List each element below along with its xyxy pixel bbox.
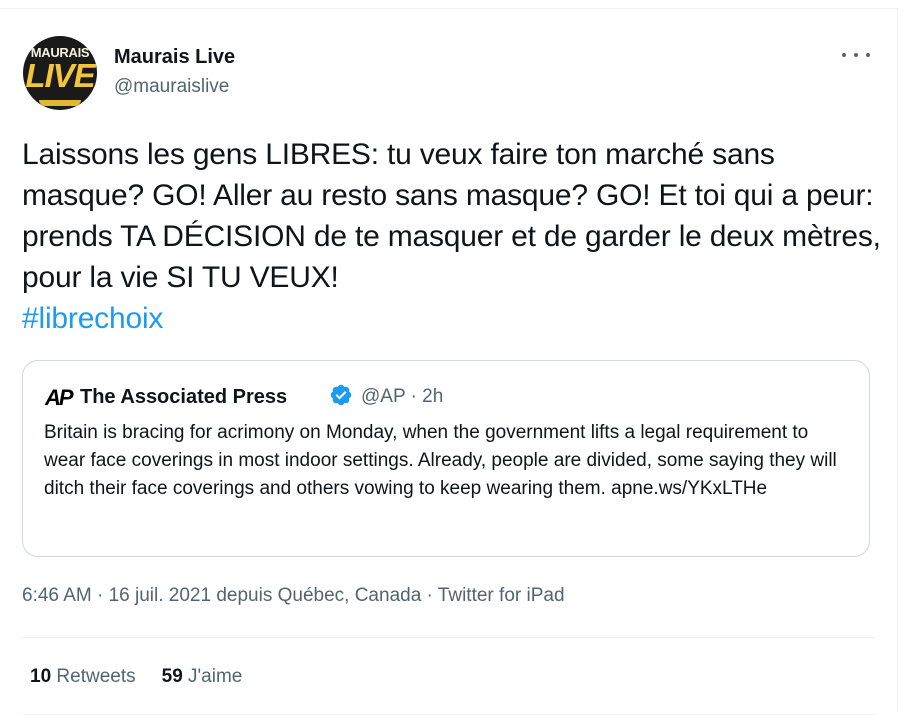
quoted-author-name: The Associated Press (80, 386, 288, 408)
author-name[interactable]: Maurais Live (114, 46, 235, 69)
retweets-stat[interactable]: 10 Retweets (30, 666, 136, 687)
retweets-count: 10 (30, 666, 52, 687)
tweet-card: MAURAIS LIVE Maurais Live @mauraislive L… (0, 8, 898, 715)
engagement-stats: 10 Retweets 59 J'aime (30, 666, 242, 688)
retweets-label: Retweets (56, 666, 136, 687)
avatar-decoration (39, 100, 81, 106)
quoted-tweet[interactable]: AP The Associated Press @AP · 2h Britain… (22, 360, 870, 557)
quoted-text: Britain is bracing for acrimony on Monda… (44, 422, 837, 499)
ap-logo-icon: AP (45, 385, 74, 410)
more-options-button[interactable] (842, 45, 870, 65)
divider (22, 637, 875, 638)
tweet-body: Laissons les gens LIBRES: tu veux faire … (22, 138, 881, 294)
avatar[interactable]: MAURAIS LIVE (23, 36, 97, 110)
author-handle[interactable]: @mauraislive (114, 76, 229, 98)
tweet-text: Laissons les gens LIBRES: tu veux faire … (22, 134, 882, 339)
likes-label: J'aime (188, 666, 243, 687)
likes-count: 59 (161, 666, 183, 687)
verified-badge-icon (330, 384, 352, 406)
likes-stat[interactable]: 59 J'aime (162, 666, 243, 687)
tweet-timestamp[interactable]: 6:46 AM · 16 juil. 2021 depuis Québec, C… (22, 585, 565, 607)
hashtag-link[interactable]: #librechoix (22, 302, 163, 335)
avatar-bottom-text: LIVE (25, 57, 95, 94)
quoted-meta: @AP · 2h (361, 386, 444, 407)
more-horizontal-icon (842, 53, 846, 57)
